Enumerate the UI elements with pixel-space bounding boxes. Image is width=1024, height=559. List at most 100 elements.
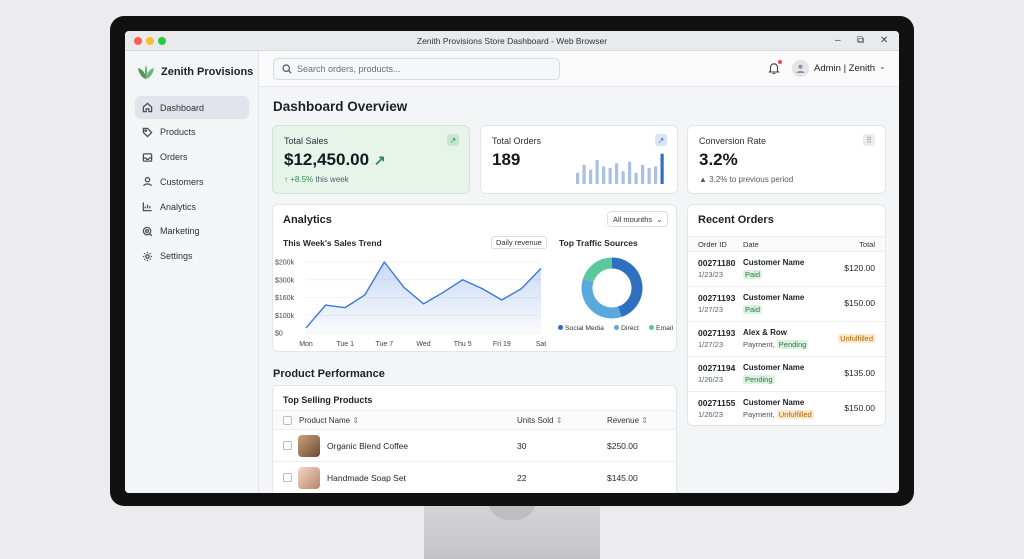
- order-status: Payment, Pending: [743, 340, 809, 349]
- sidebar-item-label: Settings: [160, 251, 193, 262]
- sidebar-item-label: Marketing: [160, 226, 200, 237]
- sales-trend-chart: $0 $100k $160k $300k $200k Mon Tue 1 Tue 7 Wed Th…: [275, 260, 546, 349]
- donut-slice: [581, 278, 622, 319]
- product-name: Handmade Soap Set: [327, 473, 406, 483]
- total-orders-card[interactable]: Total Orders ↗ 189: [480, 125, 678, 194]
- sidebar-item-customers[interactable]: Customers: [135, 170, 249, 193]
- order-id: 00271180: [698, 258, 736, 268]
- megaphone-icon: [142, 226, 153, 237]
- order-date: 1/27/23: [698, 340, 724, 349]
- conversion-rate-card[interactable]: Conversion Rate ⠿ 3.2% ▲ 3.2% to previou…: [687, 125, 886, 194]
- restore-icon[interactable]: ⧉: [857, 34, 864, 48]
- legend-swatch: [648, 325, 654, 330]
- product-performance-title: Product Performance: [273, 368, 385, 380]
- kpi-label: Total Orders: [492, 136, 542, 146]
- order-total: $135.00: [844, 368, 875, 378]
- mini-bar: [621, 171, 625, 184]
- order-date: 1/23/23: [698, 270, 724, 279]
- mini-bar: [615, 163, 619, 184]
- mini-bar: [576, 172, 580, 184]
- search-box[interactable]: [273, 58, 560, 80]
- units-sold: 22: [517, 473, 527, 483]
- status-badge: Unfulfilled: [776, 410, 814, 419]
- daily-revenue-toggle[interactable]: Daily revenue: [491, 236, 547, 249]
- column-header-revenue[interactable]: Revenue ⇕: [607, 416, 648, 425]
- gear-icon: [142, 251, 153, 261]
- sidebar-item-marketing[interactable]: Marketing: [135, 220, 249, 243]
- sidebar-item-analytics[interactable]: Analytics: [135, 195, 249, 218]
- chevron-down-icon[interactable]: ⌄: [879, 62, 886, 71]
- range-dropdown[interactable]: All mounths ⌄: [607, 211, 668, 227]
- row-checkbox[interactable]: [283, 441, 292, 450]
- row-checkbox[interactable]: [283, 473, 292, 482]
- home-icon: [142, 102, 153, 113]
- brand[interactable]: Zenith Provisions: [137, 63, 253, 81]
- select-all-checkbox[interactable]: [283, 416, 292, 425]
- close-icon[interactable]: ✕: [880, 34, 888, 48]
- mini-bar: [602, 166, 606, 184]
- order-id: 00271193: [698, 293, 736, 303]
- column-header-units[interactable]: Units Sold ⇕: [517, 416, 562, 425]
- traffic-legend: Social Media Direct Email: [558, 325, 673, 332]
- kpi-change: ↑ +8.5% this week: [284, 175, 349, 184]
- x-tick-label: Thu 5: [454, 341, 472, 348]
- sort-icon: ⇕: [352, 416, 360, 425]
- column-header-date[interactable]: Date: [743, 240, 759, 249]
- order-status: Paid: [743, 305, 763, 314]
- order-status: Payment, Unfulfilled: [743, 410, 814, 419]
- y-tick-label: $100k: [275, 313, 295, 320]
- units-sold: 30: [517, 441, 527, 451]
- legend-item: Email: [648, 325, 673, 332]
- customer-name: Customer Name: [743, 258, 805, 267]
- order-row[interactable]: 00271194 1/26/23 Customer Name Pending $…: [688, 357, 885, 392]
- expand-icon[interactable]: ⠿: [863, 134, 875, 146]
- order-date: 1/26/23: [698, 410, 724, 419]
- table-row[interactable]: Organic Blend Coffee 30 $250.00: [273, 430, 676, 462]
- page-title: Dashboard Overview: [273, 99, 408, 114]
- range-dropdown-value: All mounths: [613, 214, 653, 224]
- kpi-label: Total Sales: [284, 136, 329, 146]
- sidebar-item-settings[interactable]: Settings: [135, 245, 249, 268]
- x-tick-label: Mon: [299, 341, 313, 348]
- user-menu-label[interactable]: Admin | Zenith: [814, 63, 875, 74]
- mini-bar: [589, 169, 593, 184]
- column-header-order-id[interactable]: Order ID: [698, 240, 727, 249]
- mini-bar: [595, 160, 599, 184]
- order-row[interactable]: 00271193 1/27/23 Alex & Row Payment, Pen…: [688, 322, 885, 357]
- sidebar-item-dashboard[interactable]: Dashboard: [135, 96, 249, 119]
- sidebar-item-orders[interactable]: Orders: [135, 146, 249, 169]
- order-id: 00271194: [698, 363, 736, 373]
- order-row[interactable]: 00271193 1/27/23 Customer Name Paid $150…: [688, 287, 885, 322]
- customer-name: Alex & Row: [743, 328, 788, 337]
- order-row[interactable]: 00271180 1/23/23 Customer Name Paid $120…: [688, 252, 885, 287]
- x-tick-label: Tue 1: [336, 341, 354, 348]
- arrow-up-right-icon: ↗: [447, 134, 459, 146]
- mini-bar: [647, 168, 651, 184]
- mini-bar: [628, 161, 632, 184]
- avatar[interactable]: [792, 60, 809, 77]
- order-row[interactable]: 00271155 1/26/23 Customer Name Payment, …: [688, 392, 885, 427]
- mini-bar: [582, 164, 586, 184]
- status-badge: Paid: [743, 270, 763, 279]
- column-header-product[interactable]: Product Name ⇕: [299, 416, 359, 425]
- table-row[interactable]: Handmade Soap Set 22 $145.00: [273, 462, 676, 493]
- total-sales-card[interactable]: Total Sales ↗ $12,450.00 ↗ ↑ +8.5% this …: [272, 125, 470, 194]
- donut-slice: [582, 257, 613, 283]
- sort-icon: ⇕: [555, 416, 563, 425]
- donut-slice: [611, 257, 643, 318]
- sidebar-item-products[interactable]: Products: [135, 121, 249, 144]
- window-title: Zenith Provisions Store Dashboard - Web …: [416, 36, 608, 46]
- column-header-total[interactable]: Total: [859, 240, 875, 249]
- order-date: 1/27/23: [698, 305, 724, 314]
- y-tick-label: $200k: [275, 260, 295, 267]
- notification-dot: [778, 60, 782, 64]
- x-tick-label: Wed: [416, 341, 430, 348]
- minimize-icon[interactable]: –: [835, 34, 841, 48]
- legend-label: Direct: [621, 325, 639, 332]
- analytics-title: Analytics: [283, 214, 332, 226]
- search-input[interactable]: [297, 64, 547, 74]
- order-total: $150.00: [844, 298, 875, 308]
- legend-label: Email: [655, 325, 673, 332]
- user-avatar-icon: [796, 64, 805, 73]
- order-id: 00271193: [698, 328, 736, 338]
